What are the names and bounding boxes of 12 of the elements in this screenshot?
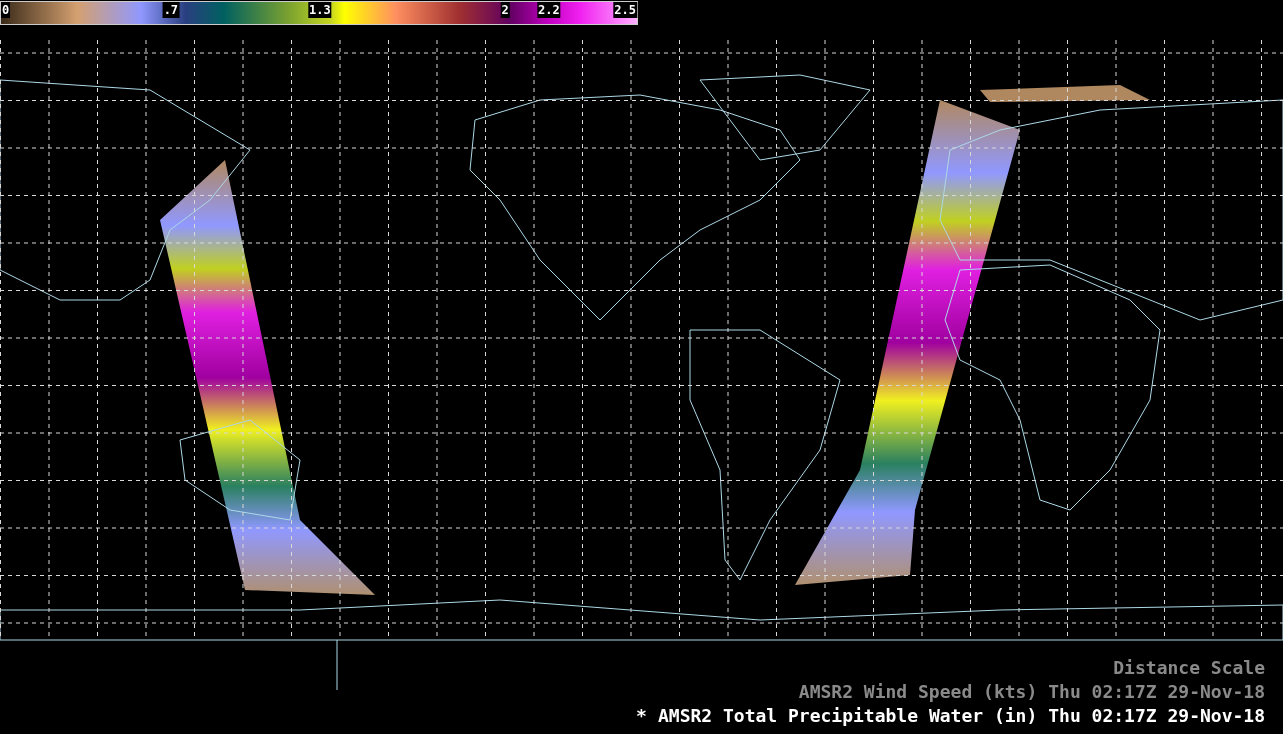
active-marker: * xyxy=(636,704,647,728)
legend-time: Thu 02:17Z 29-Nov-18 xyxy=(1048,680,1265,704)
scale-label: 0 xyxy=(1,2,11,18)
legend-layer-name[interactable]: AMSR2 Wind Speed (kts) xyxy=(798,680,1038,704)
scale-label: .7 xyxy=(162,2,180,18)
legend-time: Thu 02:17Z 29-Nov-18 xyxy=(1048,704,1265,728)
legend-layer-name[interactable]: AMSR2 Total Precipitable Water (in) xyxy=(657,704,1038,728)
scale-label: 2.2 xyxy=(537,2,561,18)
scale-label: 1.3 xyxy=(308,2,332,18)
scale-label: 2 xyxy=(500,2,510,18)
scale-label: 2.5 xyxy=(613,2,637,18)
legend-layer-name[interactable]: Distance Scale xyxy=(1113,656,1265,680)
